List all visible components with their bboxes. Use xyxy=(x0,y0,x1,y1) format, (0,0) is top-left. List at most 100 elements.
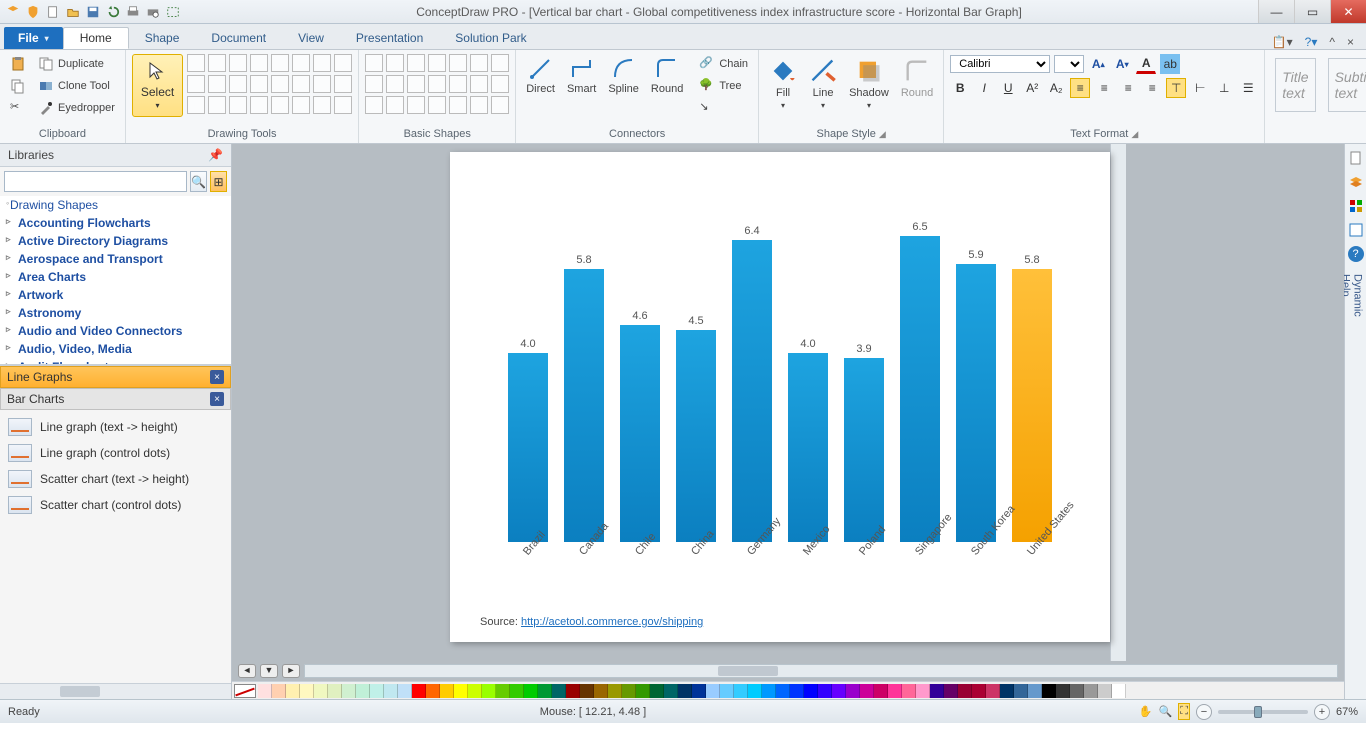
grow-font-icon[interactable]: A▴ xyxy=(1088,54,1108,74)
color-swatch[interactable] xyxy=(650,684,664,698)
color-swatch[interactable] xyxy=(874,684,888,698)
color-swatch[interactable] xyxy=(720,684,734,698)
color-swatch[interactable] xyxy=(972,684,986,698)
fit-page-icon[interactable]: ⛶ xyxy=(1178,703,1190,720)
align-justify-icon[interactable]: ≡ xyxy=(1142,78,1162,98)
subtitle-placeholder[interactable]: Subtitle text xyxy=(1328,58,1366,112)
spline-connector[interactable]: Spline xyxy=(604,54,643,98)
color-swatch[interactable] xyxy=(888,684,902,698)
library-tree-item[interactable]: Audit Flowcharts xyxy=(0,358,231,366)
close-section-icon[interactable]: × xyxy=(210,392,224,406)
bar[interactable]: 5.9 xyxy=(955,249,997,542)
undo-icon[interactable] xyxy=(106,5,120,19)
connector-more[interactable]: ↘ xyxy=(695,98,752,118)
color-swatch[interactable] xyxy=(496,684,510,698)
color-swatch[interactable] xyxy=(272,684,286,698)
color-swatch[interactable] xyxy=(1098,684,1112,698)
color-swatch[interactable] xyxy=(1000,684,1014,698)
color-swatch[interactable] xyxy=(426,684,440,698)
color-swatch[interactable] xyxy=(314,684,328,698)
collapse-ribbon-icon[interactable]: ^ xyxy=(1329,35,1335,49)
color-swatch[interactable] xyxy=(384,684,398,698)
no-color-swatch[interactable] xyxy=(234,684,256,698)
color-swatch[interactable] xyxy=(482,684,496,698)
dynamic-help-label[interactable]: Dynamic Help xyxy=(1348,274,1364,290)
valign-bot-icon[interactable]: ⊥ xyxy=(1214,78,1234,98)
select-tool[interactable]: Select ▾ xyxy=(132,54,183,117)
title-placeholder[interactable]: Title text xyxy=(1275,58,1315,112)
canvas-hscroll[interactable] xyxy=(304,664,1338,678)
color-swatch[interactable] xyxy=(300,684,314,698)
valign-mid-icon[interactable]: ⊢ xyxy=(1190,78,1210,98)
tab-view[interactable]: View xyxy=(282,27,340,49)
save-icon[interactable] xyxy=(86,5,100,19)
panel-hscroll[interactable] xyxy=(0,683,231,699)
color-swatch[interactable] xyxy=(818,684,832,698)
copy-button[interactable] xyxy=(6,76,30,96)
color-swatch[interactable] xyxy=(622,684,636,698)
zoom-out-button[interactable]: − xyxy=(1196,704,1212,720)
color-swatch[interactable] xyxy=(832,684,846,698)
bar[interactable]: 6.5 xyxy=(899,221,941,542)
print-preview-icon[interactable] xyxy=(146,5,160,19)
library-tree-item[interactable]: Active Directory Diagrams xyxy=(0,232,231,250)
color-swatch[interactable] xyxy=(734,684,748,698)
color-swatch[interactable] xyxy=(538,684,552,698)
color-swatch[interactable] xyxy=(342,684,356,698)
minimize-button[interactable]: — xyxy=(1258,0,1294,23)
color-swatch[interactable] xyxy=(1042,684,1056,698)
bar[interactable]: 3.9 xyxy=(843,343,885,542)
close-section-icon[interactable]: × xyxy=(210,370,224,384)
align-left-icon[interactable]: ≡ xyxy=(1070,78,1090,98)
sheet-prev[interactable]: ◄ xyxy=(238,664,256,678)
doc-close-icon[interactable]: × xyxy=(1347,35,1354,49)
fill-button[interactable]: Fill▾ xyxy=(765,54,801,113)
color-swatch[interactable] xyxy=(846,684,860,698)
align-center-icon[interactable]: ≡ xyxy=(1094,78,1114,98)
style-icon[interactable] xyxy=(1348,198,1364,214)
bullets-icon[interactable]: ☰ xyxy=(1238,78,1258,98)
source-link[interactable]: http://acetool.commerce.gov/shipping xyxy=(521,616,703,628)
color-swatch[interactable] xyxy=(860,684,874,698)
color-swatch[interactable] xyxy=(692,684,706,698)
section-barcharts[interactable]: Bar Charts× xyxy=(0,388,231,410)
color-swatch[interactable] xyxy=(930,684,944,698)
color-swatch[interactable] xyxy=(944,684,958,698)
font-size-select[interactable]: 14 xyxy=(1054,55,1084,73)
color-swatch[interactable] xyxy=(510,684,524,698)
color-swatch[interactable] xyxy=(258,684,272,698)
tree-connector[interactable]: 🌳Tree xyxy=(695,76,752,96)
superscript-icon[interactable]: A² xyxy=(1022,78,1042,98)
color-swatch[interactable] xyxy=(664,684,678,698)
color-swatch[interactable] xyxy=(468,684,482,698)
underline-icon[interactable]: U xyxy=(998,78,1018,98)
color-swatch[interactable] xyxy=(762,684,776,698)
color-palette[interactable] xyxy=(232,681,1344,699)
library-tree[interactable]: Drawing ShapesAccounting FlowchartsActiv… xyxy=(0,196,231,366)
zoom-slider[interactable] xyxy=(1218,710,1308,714)
shape-item[interactable]: Scatter chart (control dots) xyxy=(2,492,229,518)
color-swatch[interactable] xyxy=(706,684,720,698)
color-swatch[interactable] xyxy=(370,684,384,698)
highlight-icon[interactable]: ab xyxy=(1160,54,1180,74)
cut-button[interactable]: ✂ xyxy=(6,98,30,118)
color-swatch[interactable] xyxy=(636,684,650,698)
bar[interactable]: 4.6 xyxy=(619,310,661,542)
color-swatch[interactable] xyxy=(790,684,804,698)
color-swatch[interactable] xyxy=(1028,684,1042,698)
shape-grid[interactable] xyxy=(365,54,509,114)
color-swatch[interactable] xyxy=(986,684,1000,698)
library-tree-item[interactable]: Audio and Video Connectors xyxy=(0,322,231,340)
color-swatch[interactable] xyxy=(958,684,972,698)
clone-button[interactable]: Clone Tool xyxy=(34,76,119,96)
zoom-in-button[interactable]: + xyxy=(1314,704,1330,720)
shape-item[interactable]: Line graph (control dots) xyxy=(2,440,229,466)
color-swatch[interactable] xyxy=(356,684,370,698)
search-button[interactable]: 🔍 xyxy=(190,171,207,192)
open-icon[interactable] xyxy=(66,5,80,19)
layers-icon[interactable] xyxy=(1348,174,1364,190)
pin-icon[interactable]: 📌 xyxy=(208,148,223,162)
shield-icon[interactable] xyxy=(26,5,40,19)
color-swatch[interactable] xyxy=(412,684,426,698)
color-swatch[interactable] xyxy=(440,684,454,698)
